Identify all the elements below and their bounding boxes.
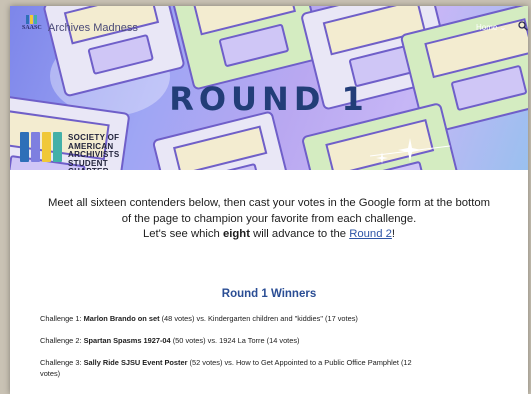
chevron-down-icon: ⌄ <box>499 23 507 32</box>
intro-emphasis: eight <box>222 228 250 240</box>
nav-home-label: Home <box>476 23 498 32</box>
challenge-winner: Spartan Spasms 1927-04 <box>83 336 171 345</box>
nav-home[interactable]: Home ⌄ <box>476 23 506 32</box>
logo-text: SAASC <box>22 25 42 31</box>
sparkle-decoration <box>370 138 450 164</box>
intro-line-3-middle: will advance to the <box>249 228 350 240</box>
intro-line-2: of the page to champion your favorite fr… <box>121 212 417 225</box>
org-name: SOCIETY OF AMERICAN ARCHIVISTS STUDENT C… <box>68 133 150 170</box>
site-logo[interactable]: SAASC <box>22 15 42 35</box>
saa-logo: SOCIETY OF AMERICAN ARCHIVISTS STUDENT C… <box>20 130 150 170</box>
cassette-decoration <box>151 110 293 170</box>
search-icon[interactable] <box>518 21 528 34</box>
challenge-label: Challenge 1: <box>40 314 84 323</box>
challenge-details: (52 votes) vs. How to Get Appointed to a… <box>187 358 412 367</box>
top-bar: SAASC Archives Madness Home ⌄ <box>10 6 528 36</box>
challenge-label: Challenge 3: <box>40 358 84 367</box>
challenge-2: Challenge 2: Spartan Spasms 1927-04 (50 … <box>40 335 510 346</box>
site-title[interactable]: Archives Madness <box>48 22 138 34</box>
intro-text: Meet all sixteen contenders below, then … <box>30 196 508 243</box>
books-logo-icon <box>20 132 62 162</box>
intro-line-3-suffix: ! <box>391 228 396 240</box>
challenge-winner: Marlon Brando on set <box>83 314 160 323</box>
challenge-label: Challenge 2: <box>40 336 84 345</box>
intro-line-3-prefix: Let's see which <box>142 228 223 240</box>
winners-heading: Round 1 Winners <box>221 288 317 300</box>
page-title: ROUND 1 <box>169 80 369 118</box>
challenge-details: (48 votes) vs. Kindergarten children and… <box>159 314 358 323</box>
intro-line-3: Let's see which eight will advance to th… <box>30 227 508 243</box>
challenge-winner: Sally Ride SJSU Event Poster <box>83 358 188 367</box>
hero-banner: SAASC Archives Madness Home ⌄ ROUND 1 SO… <box>10 6 528 170</box>
org-line-1: SOCIETY OF AMERICAN <box>68 133 120 151</box>
challenge-details: (50 votes) vs. 1924 La Torre (14 votes) <box>170 336 300 345</box>
round-2-link[interactable]: Round 2 <box>349 228 392 240</box>
page-frame: SAASC Archives Madness Home ⌄ ROUND 1 SO… <box>10 6 528 394</box>
challenge-details-cont: votes) <box>40 369 61 378</box>
challenge-3: Challenge 3: Sally Ride SJSU Event Poste… <box>40 357 510 379</box>
challenge-1: Challenge 1: Marlon Brando on set (48 vo… <box>40 313 510 324</box>
intro-line-1: Meet all sixteen contenders below, then … <box>47 197 491 209</box>
org-line-3: STUDENT CHAPTER <box>68 158 108 170</box>
